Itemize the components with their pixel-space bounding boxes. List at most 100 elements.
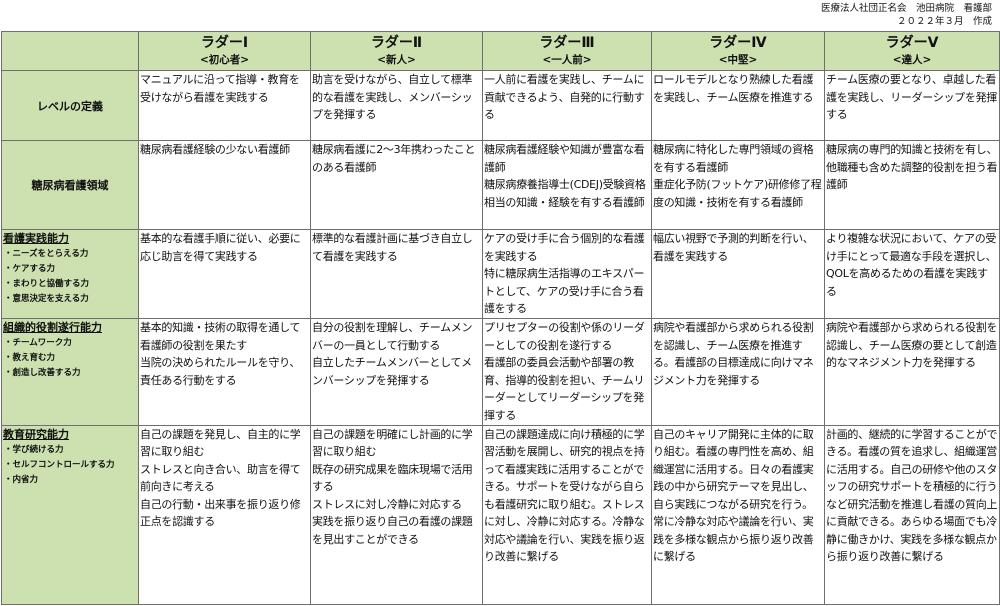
education-cell-3: 自己の課題達成に向け積極的に学習活動を展開し、研究的視点を持って看護実践に活用す… <box>482 424 652 606</box>
diabetes-cell-3: 糖尿病看護経験や知識が豊富な看護師 糖尿病療養指導士(CDEJ)受験資格相当の知… <box>482 140 652 231</box>
cell-text: ロールモデルとなり熟練した看護を実践し、チーム医療を推進する <box>653 73 814 104</box>
cell-text: プリセプターの役割や係のリーダーとしての役割を遂行する <box>484 321 645 352</box>
row-header-sub: ・まわりと協働する力 <box>4 279 90 290</box>
cell-text: 助言を受けながら、自立して標準的な看護を実践し、メンバーシップを発揮する <box>312 73 473 121</box>
ladder-level-label: <一人前> <box>542 54 592 66</box>
organization-cell-1: 基本的知識・技術の取得を通して看護師の役割を果たす 当院の決められたルールを守り… <box>138 318 311 426</box>
practice-ability-row: 看護実践能力 ・ニーズをとらえる力 ・ケアする力 ・まわりと協働する力 ・意思決… <box>1 229 1000 320</box>
diabetes-domain-row: 糖尿病看護領域 糖尿病看護経験の少ない看護師 糖尿病看護に2～3年携わったことの… <box>1 140 1000 231</box>
cell-text: 自己の課題達成に向け積極的に学習活動を展開し、研究的視点を持って看護実践に活用す… <box>484 427 645 564</box>
organization-cell-4: 病院や看護部から求められる役割を認識し、チーム医療を推進する。看護部の目標達成に… <box>651 318 825 426</box>
cell-text: より複雑な状況において、ケアの受け手にとって最適な手段を選択し、QOLを高めるた… <box>826 232 997 298</box>
ladder-header-2: ラダーⅡ <新人> <box>310 31 483 71</box>
row-header-title: 看護実践能力 <box>3 232 69 246</box>
cell-text: 糖尿病看護に2～3年携わったことのある看護師 <box>312 143 476 174</box>
cell-text: 自己のキャリア開発に主体的に取り組む。看護の専門性を高め、組織運営に活用する。日… <box>653 427 814 564</box>
row-header-sub: ・創造し改善する力 <box>4 368 81 379</box>
row-header-title: 組織的役割遂行能力 <box>3 321 102 335</box>
row-header-organizational-role: 組織的役割遂行能力 ・チームワーク力 ・教え育む力 ・創造し改善する力 <box>1 318 139 426</box>
cell-text: チーム医療の要となり、卓越した看護を実践し、リーダーシップを発揮する <box>826 73 997 121</box>
cell-text: 自己の行動・出来事を振り返り修正点を認識する <box>140 497 301 529</box>
corner-cell <box>1 31 139 71</box>
organization-cell-2: 自分の役割を理解し、チームメンバーの一員として行動する 自立したチームメンバーと… <box>310 318 483 426</box>
practice-cell-4: 幅広い視野で予測的判断を行い、看護を実践する <box>651 229 825 320</box>
cell-text: 基本的知識・技術の取得を通して看護師の役割を果たす <box>140 321 301 352</box>
row-header-practice-ability: 看護実践能力 ・ニーズをとらえる力 ・ケアする力 ・まわりと協働する力 ・意思決… <box>1 229 139 320</box>
row-header-level-definition: レベルの定義 <box>1 69 139 142</box>
ladder-header-3: ラダーⅢ <一人前> <box>482 31 652 71</box>
row-header-sub: ・内省力 <box>4 474 39 485</box>
cell-text: 糖尿病看護経験や知識が豊富な看護師 <box>484 143 645 174</box>
level-cell-4: ロールモデルとなり熟練した看護を実践し、チーム医療を推進する <box>651 69 825 142</box>
ladder-level-label: <初心者> <box>199 54 250 66</box>
cell-text: 基本的な看護手順に従い、必要に応じ助言を得て実践する <box>140 232 301 263</box>
row-header-sub: ・ケアする力 <box>4 264 56 275</box>
ladder-name: ラダーⅣ <box>709 35 767 51</box>
level-cell-2: 助言を受けながら、自立して標準的な看護を実践し、メンバーシップを発揮する <box>310 69 483 142</box>
ladder-name: ラダーⅤ <box>885 35 939 51</box>
creation-date: ２０２２年３月 作成 <box>896 16 992 27</box>
education-research-row: 教育研究能力 ・学び続ける力 ・セルフコントロールする力 ・内省力 自己の課題を… <box>1 424 1000 606</box>
cell-text: ストレスに対し冷静に対応する <box>312 497 462 511</box>
diabetes-cell-5: 糖尿病の専門的知識と技術を有し、他職種も含めた調整的役割を担う看護師 <box>824 140 1000 231</box>
cell-text: ケアの受け手に合う個別的な看護を実践する <box>484 232 645 263</box>
row-header-sub: ・セルフコントロールする力 <box>4 459 115 470</box>
level-cell-5: チーム医療の要となり、卓越した看護を実践し、リーダーシップを発揮する <box>824 69 1000 142</box>
level-cell-1: マニュアルに沿って指導・教育を受けながら看護を実践する <box>138 69 311 142</box>
cell-text: 重症化予防(フットケア)研修修了程度の知識・技術を有する看護師 <box>653 178 822 209</box>
education-cell-4: 自己のキャリア開発に主体的に取り組む。看護の専門性を高め、組織運営に活用する。日… <box>651 424 825 606</box>
row-header-education-research: 教育研究能力 ・学び続ける力 ・セルフコントロールする力 ・内省力 <box>1 424 139 606</box>
level-cell-3: 一人前に看護を実践し、チームに貢献できるよう、自発的に行動する <box>482 69 652 142</box>
organization-cell-5: 病院や看護部から求められる役割を認識し、チーム医療の要として創造的なマネジメント… <box>824 318 1000 426</box>
cell-text: 一人前に看護を実践し、チームに貢献できるよう、自発的に行動する <box>484 73 645 121</box>
education-cell-1: 自己の課題を発見し、自主的に学習に取り組む ストレスと向き合い、助言を得て前向き… <box>138 424 311 606</box>
cell-text: 既存の研究成果を臨床現場で活用する <box>312 462 473 494</box>
education-cell-2: 自己の課題を明確にし計画的に学習に取り組む 既存の研究成果を臨床現場で活用する … <box>310 424 483 606</box>
cell-text: 糖尿病に特化した専門領域の資格を有する看護師 <box>653 143 814 174</box>
diabetes-cell-4: 糖尿病に特化した専門領域の資格を有する看護師 重症化予防(フットケア)研修修了程… <box>651 140 825 231</box>
education-cell-5: 計画的、継続的に学習することができる。看護の質を追求し、組織運営に活用する。自己… <box>824 424 1000 606</box>
ladder-level-label: <新人> <box>377 54 416 66</box>
ladder-header-1: ラダーⅠ <初心者> <box>138 31 311 71</box>
ladder-header-4: ラダーⅣ <中堅> <box>651 31 825 71</box>
cell-text: 特に糖尿病生活指導のエキスパートとして、ケアの受け手に合う看護をする <box>484 267 645 316</box>
organization-label: 医療法人社団正名会 池田病院 看護部 <box>820 3 992 14</box>
practice-cell-3: ケアの受け手に合う個別的な看護を実践する 特に糖尿病生活指導のエキスパートとして… <box>482 229 652 320</box>
level-definition-row: レベルの定義 マニュアルに沿って指導・教育を受けながら看護を実践する 助言を受け… <box>1 69 1000 142</box>
cell-text: 標準的な看護計画に基づき自立して看護を実践する <box>312 232 473 263</box>
row-header-sub: ・ニーズをとらえる力 <box>4 249 89 260</box>
career-ladder-table: ラダーⅠ <初心者> ラダーⅡ <新人> ラダーⅢ <一人前> ラダーⅣ <中堅… <box>1 31 1000 606</box>
practice-cell-1: 基本的な看護手順に従い、必要に応じ助言を得て実践する <box>138 229 311 320</box>
organization-cell-3: プリセプターの役割や係のリーダーとしての役割を遂行する 看護部の委員会活動や部署… <box>482 318 652 426</box>
row-header-title: 教育研究能力 <box>3 427 69 441</box>
ladder-name: ラダーⅡ <box>370 35 423 51</box>
cell-text: 自分の役割を理解し、チームメンバーの一員として行動する <box>312 321 473 352</box>
cell-text: 当院の決められたルールを守り、責任ある行動をする <box>140 356 301 387</box>
practice-cell-5: より複雑な状況において、ケアの受け手にとって最適な手段を選択し、QOLを高めるた… <box>824 229 1000 320</box>
row-header-sub: ・チームワーク力 <box>4 338 72 349</box>
cell-text: 病院や看護部から求められる役割を認識し、チーム医療の要として創造的なマネジメント… <box>826 321 998 370</box>
ladder-name: ラダーⅠ <box>200 35 249 51</box>
diabetes-cell-2: 糖尿病看護に2～3年携わったことのある看護師 <box>310 140 483 231</box>
ladder-level-label: <中堅> <box>718 54 758 66</box>
row-header-sub: ・学び続ける力 <box>4 444 64 455</box>
diabetes-cell-1: 糖尿病看護経験の少ない看護師 <box>138 140 311 231</box>
ladder-header-row: ラダーⅠ <初心者> ラダーⅡ <新人> ラダーⅢ <一人前> ラダーⅣ <中堅… <box>1 31 1000 71</box>
cell-text: 糖尿病の専門的知識と技術を有し、他職種も含めた調整的役割を担う看護師 <box>826 143 998 192</box>
cell-text: 幅広い視野で予測的判断を行い、看護を実践する <box>653 232 814 263</box>
row-header-sub: ・意思決定を支える力 <box>4 294 89 305</box>
cell-text: ストレスと向き合い、助言を得て前向きに考える <box>140 462 301 494</box>
ladder-name: ラダーⅢ <box>539 35 595 51</box>
organizational-role-row: 組織的役割遂行能力 ・チームワーク力 ・教え育む力 ・創造し改善する力 基本的知… <box>1 318 1000 426</box>
cell-text: 糖尿病療養指導士(CDEJ)受験資格相当の知識・経験を有する看護師 <box>484 178 646 209</box>
cell-text: 糖尿病看護経験の少ない看護師 <box>140 143 290 157</box>
cell-text: 計画的、継続的に学習することができる。看護の質を追求し、組織運営に活用する。自己… <box>826 427 998 564</box>
cell-text: マニュアルに沿って指導・教育を受けながら看護を実践する <box>140 73 300 104</box>
row-header-diabetes-domain: 糖尿病看護領域 <box>1 140 139 231</box>
cell-text: 実践を振り返り自己の看護の課題を見出すことができる <box>312 515 473 546</box>
cell-text: 自立したチームメンバーとしてメンバーシップを発揮する <box>312 356 472 387</box>
row-header-sub: ・教え育む力 <box>4 353 56 364</box>
ladder-level-label: <達人> <box>892 54 932 66</box>
cell-text: 自己の課題を発見し、自主的に学習に取り組む <box>140 427 301 459</box>
cell-text: 自己の課題を明確にし計画的に学習に取り組む <box>312 427 473 459</box>
